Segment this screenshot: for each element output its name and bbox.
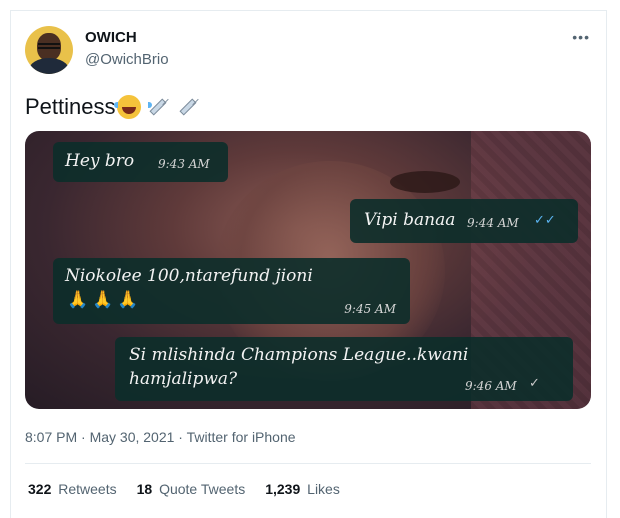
quote-tweets-stat[interactable]: 18 Quote Tweets	[137, 481, 246, 497]
avatar[interactable]	[25, 26, 73, 74]
chat-message-time: 9:44 AM	[467, 216, 519, 230]
chat-message-text: Hey bro	[65, 151, 135, 171]
folded-hands-emoji: 🙏🙏🙏	[67, 290, 143, 310]
chat-message-text: Niokolee 100,ntarefund jioni	[65, 266, 313, 286]
tweet-stats: 322 Retweets 18 Quote Tweets 1,239 Likes	[28, 481, 340, 497]
chat-message-time: 9:45 AM	[344, 302, 396, 316]
likes-count: 1,239	[265, 481, 301, 497]
chat-message-text: Vipi banaa	[364, 210, 456, 230]
single-check-sent-icon: ✓	[529, 376, 540, 391]
tweet-card: OWICH @OwichBrio ••• Pettiness Hey bro 9…	[10, 10, 607, 518]
tweet-text: Pettiness	[25, 94, 201, 120]
background-eye	[390, 171, 460, 193]
chat-message-time: 9:43 AM	[158, 157, 210, 171]
chat-bubble-outgoing: Vipi banaa 9:44 AM ✓✓	[350, 199, 578, 243]
quote-tweets-count: 18	[136, 481, 153, 497]
quote-tweets-label: Quote Tweets	[159, 481, 246, 497]
chat-bubble-incoming: Hey bro 9:43 AM	[53, 142, 228, 182]
retweets-stat[interactable]: 322 Retweets	[28, 481, 117, 497]
syringe-icon	[145, 94, 171, 120]
divider	[25, 463, 591, 464]
double-check-read-icon: ✓✓	[534, 213, 556, 228]
chat-bubble-outgoing: Si mlishinda Champions League..kwani ham…	[115, 337, 573, 401]
author-display-name[interactable]: OWICH	[85, 29, 137, 46]
tweet-timestamp[interactable]: 8:07 PM · May 30, 2021 · Twitter for iPh…	[25, 429, 296, 445]
face-with-tears-of-joy-icon	[113, 95, 152, 119]
retweets-count: 322	[28, 481, 52, 497]
tweet-text-content: Pettiness	[25, 94, 116, 119]
tweet-media-image[interactable]: Hey bro 9:43 AM Vipi banaa 9:44 AM ✓✓ Ni…	[25, 131, 591, 409]
avatar-body	[29, 58, 69, 74]
chat-message-time: 9:46 AM	[465, 379, 517, 393]
retweets-label: Retweets	[58, 481, 117, 497]
syringe-icon	[175, 94, 201, 120]
avatar-glasses	[38, 43, 60, 49]
likes-label: Likes	[307, 481, 340, 497]
chat-message-text: Si mlishinda Champions League..kwani	[129, 345, 469, 365]
likes-stat[interactable]: 1,239 Likes	[265, 481, 340, 497]
author-handle[interactable]: @OwichBrio	[85, 51, 169, 68]
chat-bubble-incoming: Niokolee 100,ntarefund jioni 🙏🙏🙏 9:45 AM	[53, 258, 410, 324]
chat-message-text-line2: hamjalipwa?	[129, 369, 238, 389]
more-horizontal-icon[interactable]: •••	[572, 29, 590, 45]
